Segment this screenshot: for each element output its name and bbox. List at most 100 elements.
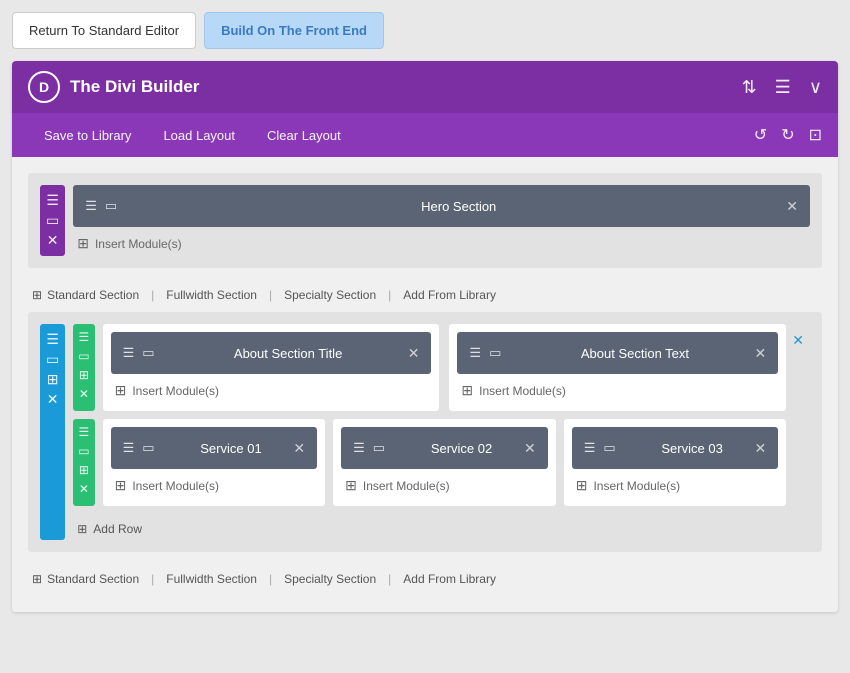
add-fullwidth-section-1[interactable]: Fullwidth Section (166, 288, 257, 302)
svc02-close[interactable]: ✕ (524, 440, 536, 457)
row1-display-icon[interactable]: ▭ (78, 349, 89, 363)
about-text-bar[interactable]: ☰ ▭ About Section Text ✕ (457, 332, 778, 374)
sep-4: | (151, 572, 154, 586)
hero-insert-modules[interactable]: ⊞ Insert Module(s) (73, 227, 810, 256)
specialty-section-label-1: Specialty Section (284, 288, 376, 302)
add-fullwidth-section-2[interactable]: Fullwidth Section (166, 572, 257, 586)
hero-close-btn[interactable]: ✕ (786, 198, 798, 215)
clear-layout-button[interactable]: Clear Layout (251, 128, 357, 143)
hero-module-bar[interactable]: ☰ ▭ Hero Section ✕ (73, 185, 810, 227)
menu-icon[interactable]: ☰ (775, 77, 791, 98)
service-02-bar[interactable]: ☰ ▭ Service 02 ✕ (341, 427, 548, 469)
about-text-insert[interactable]: ⊞ Insert Module(s) (457, 374, 778, 403)
service-01-label: Service 01 (169, 441, 294, 456)
about-title-insert[interactable]: ⊞ Insert Module(s) (111, 374, 432, 403)
undo-icon[interactable]: ↺ (754, 125, 767, 145)
col-about-text: ☰ ▭ About Section Text ✕ ⊞ Insert Modul (449, 324, 786, 411)
svc03-close[interactable]: ✕ (755, 440, 767, 457)
svc03-display-icon: ▭ (603, 440, 615, 456)
chevron-down-icon[interactable]: ∨ (809, 77, 822, 98)
builder-header: D The Divi Builder ⇅ ☰ ∨ (12, 61, 838, 113)
service-01-bar[interactable]: ☰ ▭ Service 01 ✕ (111, 427, 318, 469)
section-footer-1: ⊞ Standard Section | Fullwidth Section |… (28, 278, 822, 312)
svc03-menu-icon: ☰ (584, 440, 596, 456)
hero-menu-icon[interactable]: ☰ (46, 193, 59, 207)
hero-section-wrapper: ☰ ▭ ✕ ☰ ▭ Hero Section ✕ ⊞ (40, 185, 810, 256)
add-row-plus-icon: ⊞ (77, 522, 87, 536)
specialty-close-icon[interactable]: ✕ (47, 392, 59, 406)
svc02-display-icon: ▭ (373, 440, 385, 456)
row2-grid-icon[interactable]: ⊞ (79, 463, 89, 477)
specialty-section-content: ☰ ▭ ⊞ ✕ ☰ ▭ (73, 324, 786, 540)
about-text-insert-label: Insert Module(s) (479, 384, 566, 398)
about-title-plus-icon: ⊞ (115, 382, 127, 399)
top-bar: Return To Standard Editor Build On The F… (12, 12, 838, 49)
add-from-library-1[interactable]: Add From Library (403, 288, 496, 302)
svc02-insert[interactable]: ⊞ Insert Module(s) (341, 469, 548, 498)
hero-module-icon[interactable]: ▭ (46, 213, 59, 227)
specialty-menu-icon[interactable]: ☰ (46, 332, 59, 346)
sep-5: | (269, 572, 272, 586)
about-title-close[interactable]: ✕ (408, 345, 420, 362)
row2-menu-icon[interactable]: ☰ (79, 425, 90, 439)
add-standard-section-2[interactable]: ⊞ Standard Section (32, 572, 139, 586)
service-02-label: Service 02 (399, 441, 524, 456)
sort-icon[interactable]: ⇅ (742, 77, 757, 98)
row-2-columns: ☰ ▭ Service 01 ✕ ⊞ Insert Module(s) (103, 419, 787, 506)
add-standard-section-1[interactable]: ⊞ Standard Section (32, 288, 139, 302)
col-service-03: ☰ ▭ Service 03 ✕ ⊞ Insert Module(s) (564, 419, 787, 506)
library-label-2: Add From Library (403, 572, 496, 586)
specialty-section-close-icon[interactable]: ✕ (792, 332, 804, 349)
about-text-bar-icons: ☰ ▭ (469, 345, 501, 361)
logo-icon: D (28, 71, 60, 103)
sep-1: | (151, 288, 154, 302)
row1-menu-icon[interactable]: ☰ (79, 330, 90, 344)
about-title-menu-icon: ☰ (123, 345, 135, 361)
svc01-close[interactable]: ✕ (293, 440, 305, 457)
load-layout-button[interactable]: Load Layout (147, 128, 251, 143)
save-library-button[interactable]: Save to Library (28, 128, 147, 143)
specialty-module-icon[interactable]: ▭ (46, 352, 59, 366)
svc03-insert[interactable]: ⊞ Insert Module(s) (572, 469, 779, 498)
about-text-label: About Section Text (515, 346, 754, 361)
row-2-side: ☰ ▭ ⊞ ✕ (73, 419, 94, 506)
redo-icon[interactable]: ↻ (781, 125, 794, 145)
history-icon[interactable]: ⊡ (809, 125, 822, 145)
about-text-display-icon: ▭ (489, 345, 501, 361)
standard-section-label-1: Standard Section (47, 288, 139, 302)
about-title-bar[interactable]: ☰ ▭ About Section Title ✕ (111, 332, 432, 374)
add-specialty-section-1[interactable]: Specialty Section (284, 288, 376, 302)
hero-section-label: Hero Section (131, 199, 786, 214)
standard-editor-button[interactable]: Return To Standard Editor (12, 12, 196, 49)
svc03-insert-label: Insert Module(s) (593, 479, 680, 493)
svc01-menu-icon: ☰ (123, 440, 135, 456)
builder-toolbar: Save to Library Load Layout Clear Layout… (12, 113, 838, 157)
svc01-insert[interactable]: ⊞ Insert Module(s) (111, 469, 318, 498)
about-text-close[interactable]: ✕ (755, 345, 767, 362)
svc02-menu-icon: ☰ (353, 440, 365, 456)
sep-6: | (388, 572, 391, 586)
plus-icon-1: ⊞ (32, 288, 42, 302)
about-text-plus-icon: ⊞ (461, 382, 473, 399)
specialty-section-block: ☰ ▭ ⊞ ✕ ☰ ▭ ⊞ ✕ (28, 312, 822, 552)
service-03-bar[interactable]: ☰ ▭ Service 03 ✕ (572, 427, 779, 469)
hero-section-side: ☰ ▭ ✕ (40, 185, 65, 256)
row2-close-icon[interactable]: ✕ (79, 482, 89, 496)
about-title-insert-label: Insert Module(s) (132, 384, 219, 398)
row1-close-icon[interactable]: ✕ (79, 387, 89, 401)
specialty-grid-icon[interactable]: ⊞ (47, 372, 59, 386)
add-from-library-2[interactable]: Add From Library (403, 572, 496, 586)
about-title-display-icon: ▭ (142, 345, 154, 361)
hero-close-icon[interactable]: ✕ (47, 233, 59, 247)
specialty-section-side: ☰ ▭ ⊞ ✕ (40, 324, 65, 540)
add-row-button[interactable]: ⊞ Add Row (73, 514, 786, 540)
add-specialty-section-2[interactable]: Specialty Section (284, 572, 376, 586)
hero-bar-display-icon: ▭ (105, 198, 117, 214)
add-row-label: Add Row (93, 522, 142, 536)
library-label-1: Add From Library (403, 288, 496, 302)
row1-grid-icon[interactable]: ⊞ (79, 368, 89, 382)
frontend-builder-button[interactable]: Build On The Front End (204, 12, 384, 49)
service-03-label: Service 03 (630, 441, 755, 456)
row2-display-icon[interactable]: ▭ (78, 444, 89, 458)
sep-2: | (269, 288, 272, 302)
